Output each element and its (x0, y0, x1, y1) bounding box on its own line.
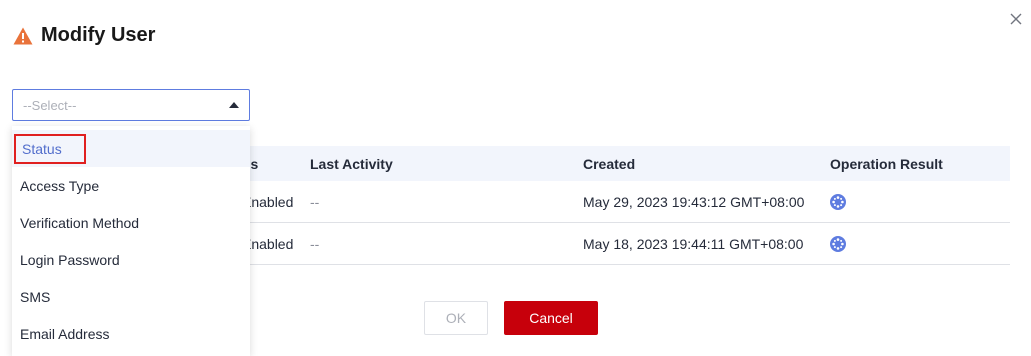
ok-button[interactable]: OK (424, 301, 488, 335)
column-header-last-activity: Last Activity (310, 155, 393, 172)
cell-last-activity: -- (310, 193, 320, 210)
dropdown-option-email-address[interactable]: Email Address (12, 315, 250, 352)
dropdown-option-label: Status (14, 133, 86, 164)
cell-operation-result (830, 235, 846, 252)
dropdown-option-label: Login Password (20, 251, 120, 268)
cell-last-activity: -- (310, 235, 320, 252)
dropdown-option-login-password[interactable]: Login Password (12, 241, 250, 278)
warning-icon (13, 27, 33, 44)
column-header-operation-result: Operation Result (830, 155, 943, 172)
dropdown-option-verification-method[interactable]: Verification Method (12, 204, 250, 241)
dropdown-option-status[interactable]: Status (12, 130, 250, 167)
loading-icon (830, 193, 846, 210)
dropdown-option-label: Email Address (20, 325, 110, 342)
cell-operation-result (830, 193, 846, 210)
close-button[interactable] (1005, 8, 1027, 30)
column-header-created: Created (583, 155, 636, 172)
select-placeholder: --Select-- (23, 97, 77, 113)
dropdown-option-access-type[interactable]: Access Type (12, 167, 250, 204)
cell-created: May 18, 2023 19:44:11 GMT+08:00 (583, 235, 804, 252)
modify-user-dialog: Modify User --Select-- us Last Activity … (0, 0, 1031, 356)
attribute-select[interactable]: --Select-- (12, 89, 250, 121)
caret-up-icon (229, 102, 239, 108)
select-dropdown-menu: Status Access Type Verification Method L… (12, 126, 250, 356)
cancel-button[interactable]: Cancel (504, 301, 598, 335)
cell-created: May 29, 2023 19:43:12 GMT+08:00 (583, 193, 805, 210)
close-icon (1010, 13, 1022, 25)
dropdown-option-sms[interactable]: SMS (12, 278, 250, 315)
dialog-header: Modify User (13, 24, 155, 47)
dropdown-option-label: Verification Method (20, 214, 140, 231)
dropdown-option-label: SMS (20, 288, 51, 305)
dialog-footer: OK Cancel (424, 301, 598, 335)
dropdown-option-label: Access Type (20, 177, 100, 194)
dialog-title: Modify User (41, 24, 156, 46)
loading-icon (830, 235, 846, 252)
